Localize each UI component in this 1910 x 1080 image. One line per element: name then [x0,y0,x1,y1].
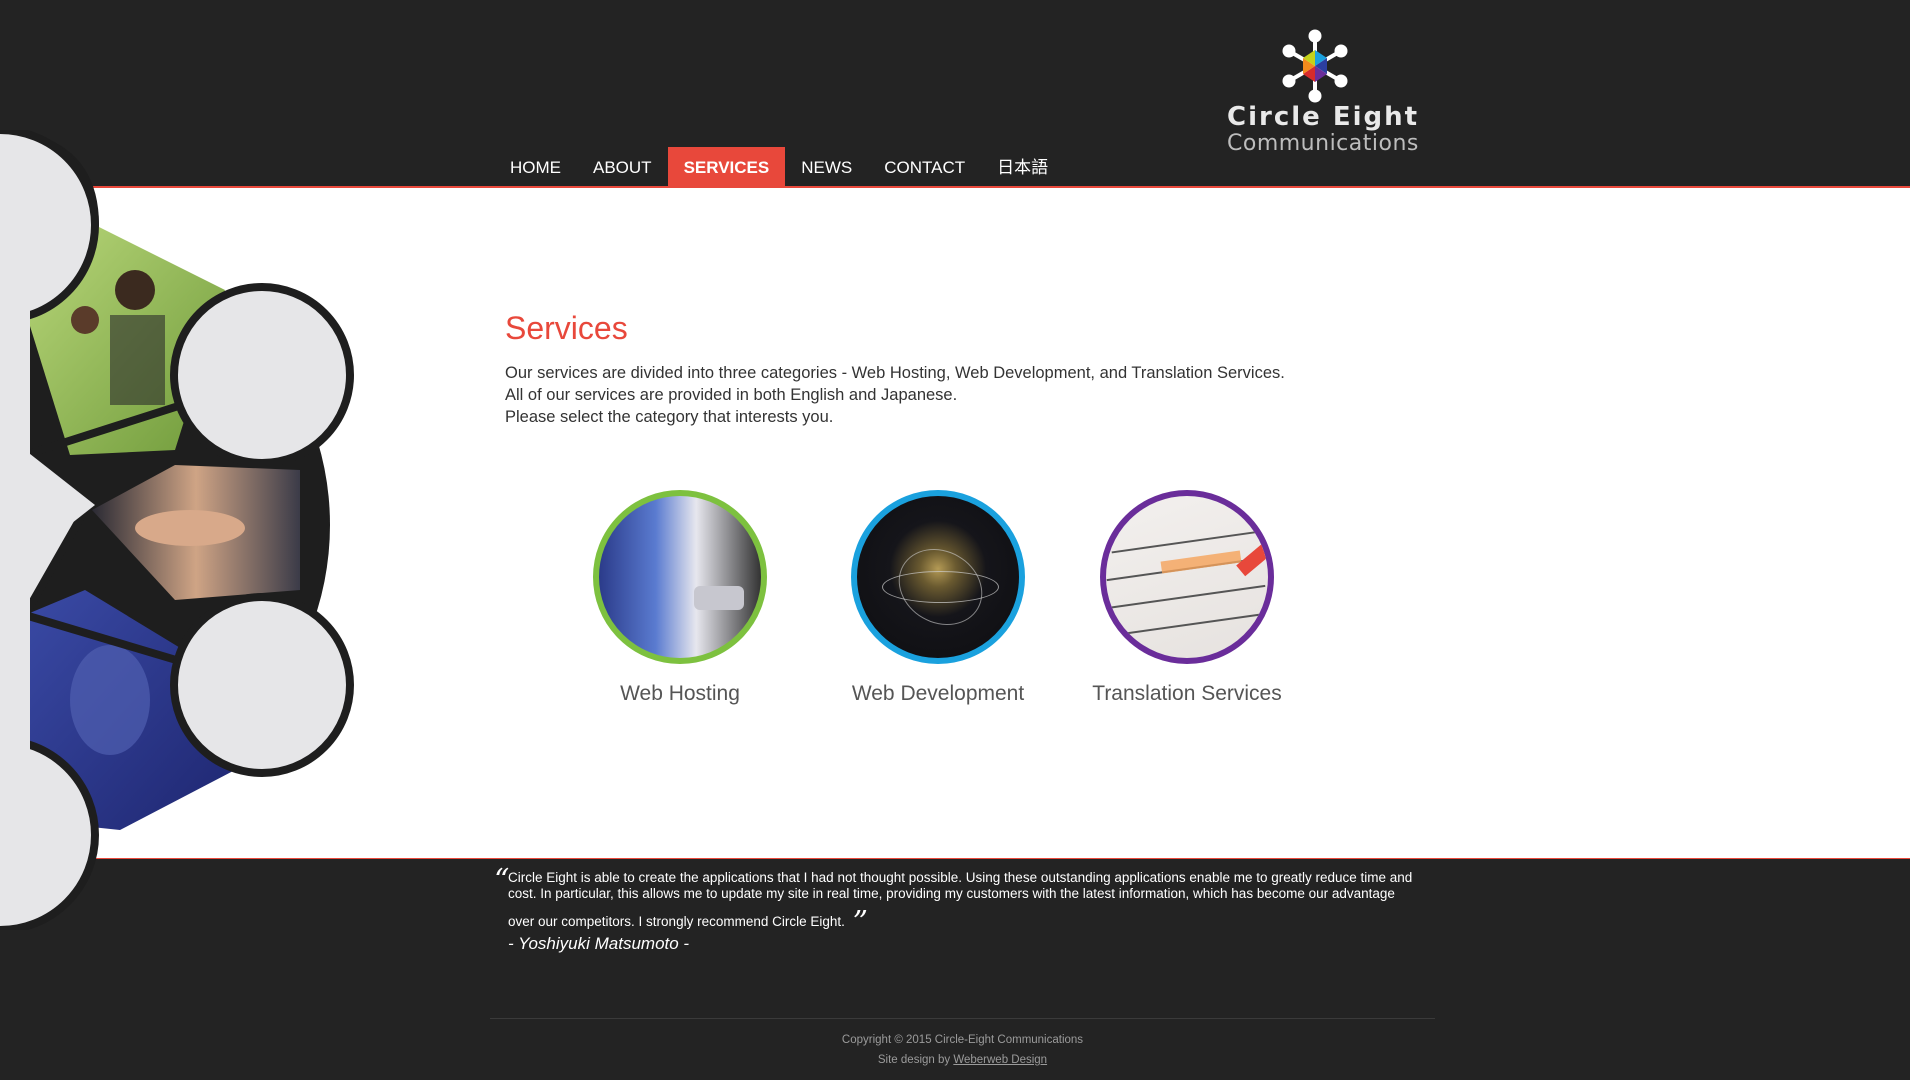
intro-line: Our services are divided into three cate… [505,364,1285,382]
nav-item-about[interactable]: ABOUT [577,147,668,187]
service-translation[interactable]: Translation Services [1057,490,1317,706]
nav-item-news[interactable]: NEWS [785,147,868,187]
service-label[interactable]: Translation Services [1057,682,1317,706]
service-web-development[interactable]: Web Development [808,490,1068,706]
testimonial-text: Circle Eight is able to create the appli… [508,870,1413,940]
service-web-hosting[interactable]: Web Hosting [550,490,810,706]
logo[interactable]: Circle Eight Communications [1225,28,1418,158]
footer-divider [490,1018,1435,1019]
circle-eight-logo-icon [1282,29,1348,103]
intro-line: All of our services are provided in both… [505,386,958,404]
testimonial: “ Circle Eight is able to create the app… [494,866,1414,953]
brand-name: Circle Eight [1227,102,1420,132]
web-development-image[interactable] [851,490,1025,664]
open-quote-icon: “ [494,863,510,898]
footer: Copyright © 2015 Circle-Eight Communicat… [490,1030,1435,1070]
brand-tagline: Communications [1227,131,1419,156]
nav-item-contact[interactable]: CONTACT [868,147,981,187]
site-design-credit: Site design by Weberweb Design [877,1054,1048,1066]
copyright-text: Copyright © 2015 Circle-Eight Communicat… [841,1034,1084,1046]
web-hosting-image[interactable] [593,490,767,664]
translation-image[interactable] [1100,490,1274,664]
decorative-molecule-graphic [0,130,354,930]
weberweb-design-link[interactable]: Weberweb Design [953,1054,1047,1066]
close-quote-icon: ” [852,905,868,940]
main-nav: HOME ABOUT SERVICES NEWS CONTACT 日本語 [494,147,1064,187]
service-label[interactable]: Web Development [808,682,1068,706]
page-title: Services [505,310,628,346]
service-label[interactable]: Web Hosting [550,682,810,706]
intro-line: Please select the category that interest… [505,408,834,426]
nav-item-home[interactable]: HOME [494,147,577,187]
nav-item-services[interactable]: SERVICES [667,147,786,187]
nav-item-japanese[interactable]: 日本語 [981,147,1064,187]
intro-text: Our services are divided into three cate… [505,362,1285,428]
testimonial-author: - Yoshiyuki Matsumoto - [508,934,690,953]
